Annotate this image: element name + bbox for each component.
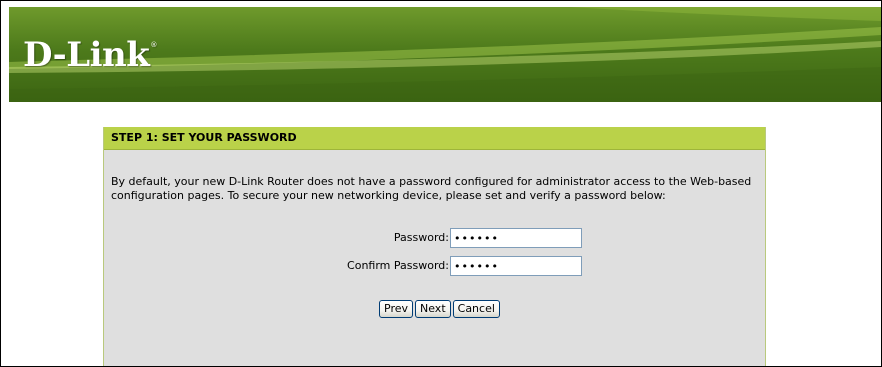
browser-frame: D-Link® STEP 1: SET YOUR PASSWORD By def… (0, 0, 882, 367)
next-button[interactable]: Next (415, 300, 451, 318)
step-title: STEP 1: SET YOUR PASSWORD (104, 127, 765, 150)
header-banner: D-Link® (9, 7, 881, 102)
step-description: By default, your new D-Link Router does … (111, 175, 752, 202)
password-label: Password: (393, 231, 449, 244)
registered-mark: ® (150, 41, 157, 49)
cancel-button[interactable]: Cancel (452, 300, 500, 318)
confirm-password-label: Confirm Password: (347, 259, 449, 272)
logo-text: D-Link (23, 35, 150, 75)
prev-button[interactable]: Prev (379, 300, 413, 318)
dlink-logo: D-Link® (23, 35, 157, 75)
setup-wizard-panel: STEP 1: SET YOUR PASSWORD By default, yo… (103, 127, 766, 366)
password-row: Password: (104, 228, 765, 248)
confirm-password-row: Confirm Password: (104, 256, 765, 276)
wizard-buttons: Prev Next Cancel (379, 297, 502, 318)
password-input[interactable] (450, 228, 582, 248)
confirm-password-input[interactable] (450, 256, 582, 276)
